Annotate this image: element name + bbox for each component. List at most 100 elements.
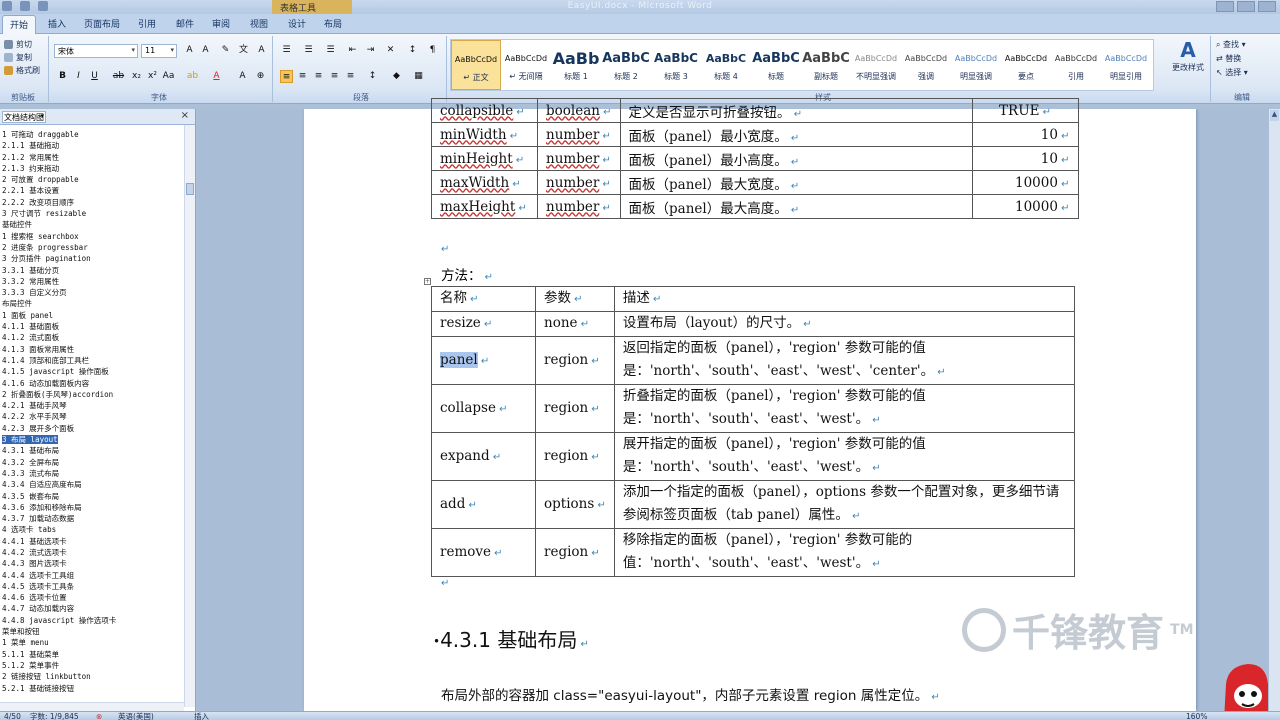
document-map-item[interactable]: 4.3.2 全屏布局 (0, 457, 184, 468)
styles-gallery[interactable]: AaBbCcDd ↵ 正文 AaBbCcDd ↵ 无间隔 AaBb 标题 1 AaBbC 标题… (450, 39, 1154, 91)
document-map-mode-select[interactable]: 文档结构图 (2, 110, 46, 123)
document-map-item[interactable]: 5.1.1 基础菜单 (0, 649, 184, 660)
document-map-item[interactable]: 3 布局 layout (0, 434, 184, 445)
status-page[interactable]: 4/50 (4, 712, 21, 720)
table-cell[interactable]: 10000 ↵ (971, 170, 1079, 195)
tab-mailings[interactable]: 邮件 (176, 17, 194, 30)
document-map-item[interactable]: 2 进度条 progressbar (0, 242, 184, 253)
phonetic-guide-icon[interactable]: 文 (237, 44, 250, 57)
bullets-icon[interactable]: ☰ (280, 44, 293, 57)
document-map-item[interactable]: 4.3.3 流式布局 (0, 468, 184, 479)
multilevel-list-icon[interactable]: ☰ (324, 44, 337, 57)
document-map-item[interactable]: 2.2.1 基本设置 (0, 185, 184, 196)
align-center-icon[interactable]: ≡ (296, 70, 309, 83)
superscript-icon[interactable]: x² (146, 70, 159, 83)
enclose-characters-icon[interactable]: ⊕ (254, 70, 267, 83)
font-size-select[interactable]: 11 (141, 44, 177, 58)
document-map-item[interactable]: 4.1.3 面板常用属性 (0, 344, 184, 355)
table-cell[interactable]: minWidth ↵ (431, 122, 538, 147)
document-map-item[interactable]: 4.3.5 嵌套布局 (0, 491, 184, 502)
document-map-item[interactable]: 4.4.5 选项卡工具条 (0, 581, 184, 592)
style-item[interactable]: AaBbC 标题 2 (601, 40, 651, 90)
copy-button[interactable]: 复制 (4, 51, 40, 64)
table-cell[interactable]: minHeight ↵ (431, 146, 538, 171)
table-cell[interactable]: maxHeight ↵ (431, 194, 538, 219)
minimize-button[interactable] (1216, 1, 1234, 12)
document-map-item[interactable]: 1 面板 panel (0, 310, 184, 321)
document-map-item[interactable]: 4.2.1 基础手风琴 (0, 400, 184, 411)
table-cell[interactable]: number ↵ (537, 170, 621, 195)
document-map-item[interactable]: 4.2.2 水平手风琴 (0, 411, 184, 422)
table-header-cell[interactable]: 参数 ↵ (535, 286, 615, 312)
tab-layout[interactable]: 布局 (324, 17, 342, 30)
document-map-item[interactable]: 4.2.3 展开多个面板 (0, 423, 184, 434)
highlight-icon[interactable]: ab (186, 70, 199, 83)
underline-icon[interactable]: U (88, 70, 101, 83)
document-map-item[interactable]: 4 选项卡 tabs (0, 524, 184, 535)
document-map-item[interactable]: 2.1.1 基础拖动 (0, 140, 184, 151)
format-painter-button[interactable]: 格式刷 (4, 64, 40, 77)
style-item[interactable]: AaBbCcDd 不明显强调 (851, 40, 901, 90)
table-cell[interactable]: number ↵ (537, 146, 621, 171)
italic-icon[interactable]: I (72, 70, 85, 83)
table-cell[interactable]: TRUE ↵ (971, 98, 1079, 123)
document-map-item[interactable]: 4.1.2 流式面板 (0, 332, 184, 343)
status-zoom[interactable]: 160% (1186, 712, 1207, 720)
document-map-item[interactable]: 3 分页插件 pagination (0, 253, 184, 264)
style-item[interactable]: AaBbC 标题 4 (701, 40, 751, 90)
status-language[interactable]: 英语(美国) (118, 712, 154, 720)
character-border-icon[interactable]: A (255, 44, 268, 57)
table-cell[interactable]: none ↵ (535, 311, 615, 337)
table-cell[interactable]: region ↵ (535, 528, 615, 577)
document-map-item[interactable]: 3.3.3 自定义分页 (0, 287, 184, 298)
document-map-item[interactable]: 4.4.6 选项卡位置 (0, 592, 184, 603)
find-button[interactable]: ⌕ 查找 ▾ (1216, 38, 1248, 52)
table-cell[interactable]: options ↵ (535, 480, 615, 529)
tab-view[interactable]: 视图 (250, 17, 268, 30)
document-map-item[interactable]: 2 折叠面板(手风琴)accordion (0, 389, 184, 400)
document-map-item[interactable]: 基础控件 (0, 219, 184, 230)
style-item[interactable]: AaBbCcDd 明显引用 (1101, 40, 1151, 90)
shrink-font-icon[interactable]: A (199, 44, 212, 57)
document-map-item[interactable]: 2.1.3 约束拖动 (0, 163, 184, 174)
subscript-icon[interactable]: x₂ (130, 70, 143, 83)
document-map-item[interactable]: 5.2.1 基础链接按钮 (0, 683, 184, 694)
style-item[interactable]: AaBbC 标题 3 (651, 40, 701, 90)
table-cell[interactable]: expand ↵ (431, 432, 536, 481)
table-cell[interactable]: 面板（panel）最大高度。 ↵ (619, 194, 973, 219)
style-item[interactable]: AaBbCcDd 明显强调 (951, 40, 1001, 90)
tab-page-layout[interactable]: 页面布局 (84, 17, 120, 30)
close-button[interactable] (1258, 1, 1276, 12)
table-cell[interactable]: number ↵ (537, 122, 621, 147)
style-item[interactable]: AaBbC 标题 (751, 40, 801, 90)
document-map-item[interactable]: 4.4.4 选项卡工具组 (0, 570, 184, 581)
style-item[interactable]: AaBbCcDd 强调 (901, 40, 951, 90)
table-cell[interactable]: 面板（panel）最大宽度。 ↵ (619, 170, 973, 195)
scroll-thumb[interactable] (186, 183, 194, 195)
document-map-item[interactable]: 4.1.1 基础面板 (0, 321, 184, 332)
tab-insert[interactable]: 插入 (48, 17, 66, 30)
style-item[interactable]: AaBbC 副标题 (801, 40, 851, 90)
document-map-item[interactable]: 1 菜单 menu (0, 637, 184, 648)
document-map-item[interactable]: 4.3.1 基础布局 (0, 445, 184, 456)
tab-review[interactable]: 审阅 (212, 17, 230, 30)
table-cell[interactable]: 10 ↵ (971, 122, 1079, 147)
style-item[interactable]: AaBb 标题 1 (551, 40, 601, 90)
document-map-item[interactable]: 1 可拖动 draggable (0, 129, 184, 140)
table-cell[interactable]: panel ↵ (431, 336, 536, 385)
table-cell[interactable]: maxWidth ↵ (431, 170, 538, 195)
document-map-item[interactable]: 4.4.3 图片选项卡 (0, 558, 184, 569)
distribute-icon[interactable]: ≡ (344, 70, 357, 83)
document-map-item[interactable]: 1 搜索框 searchbox (0, 231, 184, 242)
replace-button[interactable]: ⇄ 替换 (1216, 52, 1248, 66)
shading-icon[interactable]: ◆ (390, 70, 403, 83)
table-header-cell[interactable]: 描述 ↵ (613, 286, 1075, 312)
document-map-item[interactable]: 5.1.2 菜单事件 (0, 660, 184, 671)
line-spacing-icon[interactable]: ↕ (366, 70, 379, 83)
font-color-icon[interactable]: A (210, 70, 223, 83)
document-map-item[interactable]: 4.4.1 基础选项卡 (0, 536, 184, 547)
table-cell[interactable]: 移除指定的面板（panel），'region' 参数可能的值：'north'、'… (613, 528, 1075, 577)
table-cell[interactable]: collapse ↵ (431, 384, 536, 433)
document-map-item[interactable]: 4.3.4 自适应高度布局 (0, 479, 184, 490)
document-map-item[interactable]: 4.3.7 加载动态数据 (0, 513, 184, 524)
